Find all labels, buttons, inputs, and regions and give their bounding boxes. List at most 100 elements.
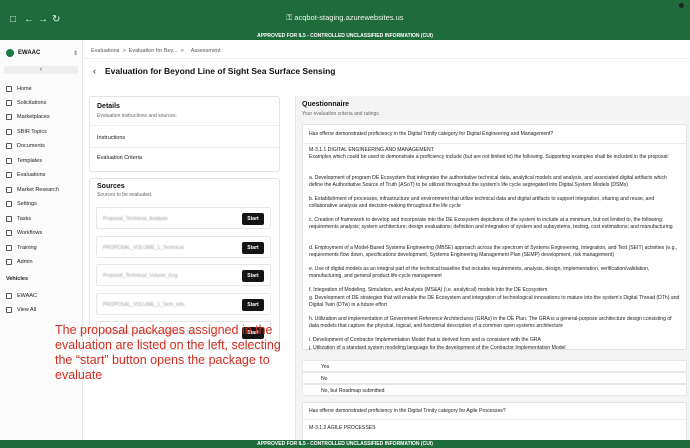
details-subtitle: Evaluation instructions and sources.	[97, 113, 178, 119]
sidebar-item-label: Workflows	[17, 230, 43, 236]
start-button[interactable]: Start	[242, 241, 264, 254]
divider	[303, 419, 686, 420]
sidebar-item-home[interactable]: Home	[6, 84, 32, 94]
classification-banner-bottom: APPROVED FOR IL5 - CONTROLLED UNCLASSIFI…	[0, 440, 690, 448]
source-row: Proposal_Technical_Analysis Start	[96, 207, 271, 229]
sidebar-item-workflows[interactable]: Workflows	[6, 228, 42, 238]
sidebar-item-label: Market Research	[17, 187, 59, 193]
grid-icon	[6, 307, 12, 313]
sidebar-item-templates[interactable]: Templates	[6, 156, 42, 166]
intro-text: Examples which could be used to demonstr…	[309, 154, 669, 160]
sidebar-item-solicitations[interactable]: Solicitations	[6, 98, 46, 108]
rating-option[interactable]: Yes	[302, 360, 687, 372]
collapse-sidebar-button[interactable]: ‹	[4, 66, 78, 74]
start-button[interactable]: Start	[242, 298, 264, 311]
rating-option[interactable]: No	[302, 372, 687, 384]
sidebar-item-label: Documents	[17, 143, 45, 149]
source-name: PROPOSAL_VOLUME_1_Tech_Info	[103, 301, 185, 308]
breadcrumb-divider	[83, 58, 690, 59]
forward-icon[interactable]: →	[38, 15, 48, 25]
question-text: Has offeror demonstrated proficiency in …	[309, 131, 554, 137]
sidebar-item-label: Evaluations	[17, 172, 46, 178]
sidebar-item-label: Admin	[17, 259, 33, 265]
classification-banner-top: APPROVED FOR IL5 - CONTROLLED UNCLASSIFI…	[0, 32, 690, 40]
sidebar-item-label: Marketplaces	[17, 114, 50, 120]
sidebar-item-tasks[interactable]: Tasks	[6, 214, 31, 224]
divider	[303, 143, 686, 144]
divider	[90, 147, 279, 148]
start-button[interactable]: Start	[242, 213, 264, 225]
admin-icon	[6, 259, 12, 265]
annotation-callout: The proposal packages assigned in the ev…	[55, 323, 281, 382]
start-button[interactable]: Start	[242, 270, 264, 282]
workspace-logo-icon	[6, 49, 14, 57]
instructions-link[interactable]: Instructions	[97, 135, 125, 141]
sidebar-item-label: Settings	[17, 201, 37, 207]
home-icon	[6, 86, 12, 92]
source-name: Proposal_Technical_Volume_Eng	[103, 273, 178, 279]
page-title: Evaluation for Beyond Line of Sight Sea …	[105, 66, 336, 76]
tasks-icon	[6, 216, 12, 222]
chevron-updown-icon: ⇕	[72, 50, 78, 57]
sidebar-item-sbir-topics[interactable]: SBIR Topics	[6, 127, 47, 137]
breadcrumb-evaluation[interactable]: Evaluation for Bey...	[129, 48, 178, 54]
lock-icon: ⚿	[286, 13, 293, 22]
template-icon	[6, 158, 12, 164]
sidebar-item-settings[interactable]: Settings	[6, 199, 37, 209]
breadcrumb-separator: >	[122, 48, 126, 54]
criteria-item: g. Development of DE strategies that wil…	[309, 295, 680, 309]
breadcrumb-assessment: Assessment	[190, 48, 221, 54]
details-title: Details	[97, 103, 120, 110]
sidebar-item-evaluations[interactable]: Evaluations	[6, 170, 45, 180]
search-icon	[6, 187, 12, 193]
vehicle-item-label: View All	[17, 307, 37, 313]
criteria-item: a. Development of program DE Ecosystem t…	[309, 175, 667, 189]
training-icon	[6, 245, 12, 251]
sidebar-item-admin[interactable]: Admin	[6, 257, 33, 267]
sidebar-item-market-research[interactable]: Market Research	[6, 185, 59, 195]
sidebar-item-documents[interactable]: Documents	[6, 141, 45, 151]
criteria-item: e. Use of digital models as an integral …	[309, 266, 650, 280]
vehicle-item-ewaac[interactable]: EWAAC	[6, 291, 37, 301]
url-text: acqbot-staging.azurewebsites.us	[294, 13, 404, 22]
sidebar-item-label: Templates	[17, 158, 43, 164]
source-name: PROPOSAL_VOLUME_1_Technical	[103, 244, 184, 251]
workflow-icon	[6, 230, 12, 236]
breadcrumb: Evaluations > Evaluation for Bey... > As…	[91, 48, 221, 54]
question-card: Has offeror demonstrated proficiency in …	[302, 124, 687, 351]
workspace-name: EWAAC	[18, 50, 41, 56]
criteria-item: f. Integration of Modeling, Simulation, …	[309, 287, 548, 293]
window-menu-icon[interactable]	[679, 3, 684, 8]
details-card: Details Evaluation instructions and sour…	[89, 96, 280, 172]
breadcrumb-separator: >	[180, 48, 184, 54]
breadcrumb-evaluations[interactable]: Evaluations	[91, 48, 119, 54]
sidebar-item-marketplaces[interactable]: Marketplaces	[6, 112, 50, 122]
vehicle-icon	[6, 293, 12, 299]
workspace-switcher[interactable]: EWAAC ⇕	[6, 46, 78, 60]
tabs-icon[interactable]: □	[10, 15, 16, 25]
questionnaire-subtitle: Your evaluation criteria and ratings.	[302, 111, 381, 117]
criteria-item: h. Utilization and implementation of Gov…	[309, 316, 672, 330]
folder-icon	[6, 143, 12, 149]
source-row: Proposal_Technical_Volume_Eng Start	[96, 264, 271, 286]
document-icon	[6, 100, 12, 106]
questionnaire-panel: Questionnaire Your evaluation criteria a…	[295, 96, 690, 442]
address-bar[interactable]: ⚿ acqbot-staging.azurewebsites.us	[200, 13, 490, 23]
collapse-icon: ‹	[39, 66, 43, 73]
source-row: PROPOSAL_VOLUME_1_Technical Start	[96, 235, 271, 258]
rating-option[interactable]: No, but Roadmap submitted	[302, 384, 687, 396]
back-button[interactable]: ‹	[93, 66, 96, 76]
back-icon[interactable]: ←	[24, 15, 34, 25]
sidebar-item-label: Solicitations	[17, 100, 47, 106]
list-icon	[6, 129, 12, 135]
reload-icon[interactable]: ↻	[52, 15, 60, 25]
rating-option-label: Yes	[321, 364, 330, 370]
question-card-2: Has offeror demonstrated proficiency in …	[302, 402, 687, 442]
questionnaire-title: Questionnaire	[302, 101, 350, 108]
clipboard-icon	[6, 172, 12, 178]
vehicle-item-view-all[interactable]: View All	[6, 305, 36, 315]
sources-title: Sources	[97, 183, 125, 190]
criteria-item: d. Employment of a Model-Based Systems E…	[309, 245, 678, 259]
sidebar-item-training[interactable]: Training	[6, 243, 37, 253]
evaluation-criteria-link[interactable]: Evaluation Criteria	[97, 155, 142, 161]
